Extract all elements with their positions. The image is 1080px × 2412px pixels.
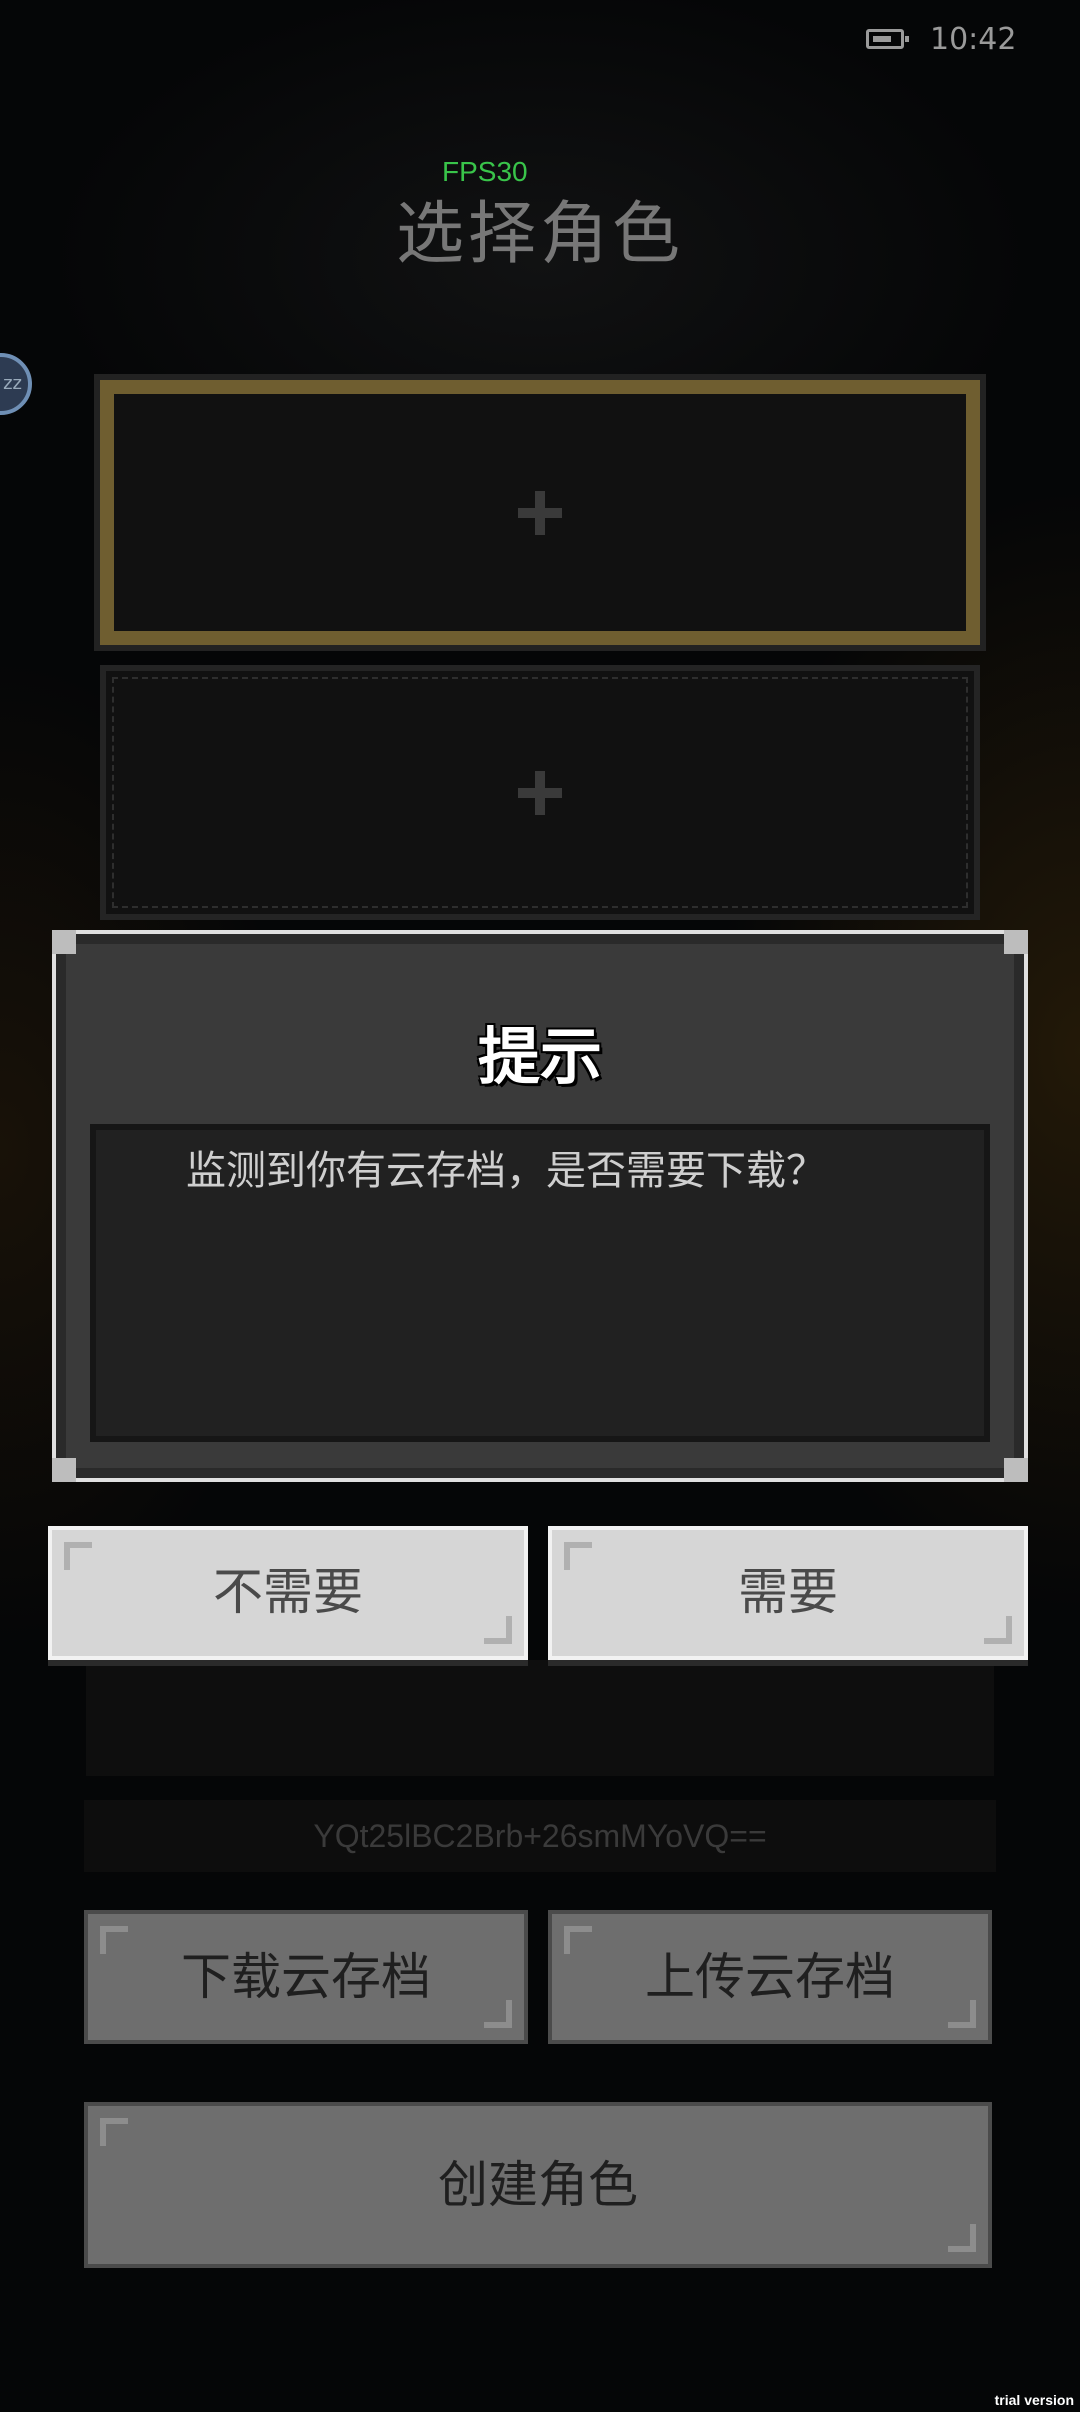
upload-cloud-button[interactable]: 上传云存档 — [548, 1910, 992, 2044]
corner-decoration — [100, 1926, 128, 1954]
no-button-label: 不需要 — [213, 1563, 363, 1621]
corner-decoration — [64, 1542, 92, 1570]
prompt-dialog: 提示 监测到你有云存档，是否需要下载？ — [52, 930, 1028, 1482]
status-bar: 10:42 — [0, 0, 1080, 80]
upload-cloud-label: 上传云存档 — [645, 1948, 895, 2006]
corner-decoration — [52, 1458, 76, 1482]
download-cloud-label: 下载云存档 — [181, 1948, 431, 2006]
corner-decoration — [984, 1616, 1012, 1644]
dialog-message: 监测到你有云存档，是否需要下载？ — [90, 1124, 990, 1442]
corner-decoration — [948, 2000, 976, 2028]
corner-decoration — [100, 2118, 128, 2146]
character-slot-2[interactable] — [100, 665, 980, 920]
corner-decoration — [52, 930, 76, 954]
page-title: 选择角色 — [395, 195, 684, 274]
download-cloud-button[interactable]: 下载云存档 — [84, 1910, 528, 2044]
corner-decoration — [484, 1616, 512, 1644]
dialog-title: 提示 — [477, 1020, 602, 1093]
corner-decoration — [948, 2224, 976, 2252]
status-time: 10:42 — [930, 22, 1017, 57]
corner-decoration — [1004, 1458, 1028, 1482]
plus-icon — [518, 490, 562, 535]
create-role-button[interactable]: 创建角色 — [84, 2102, 992, 2268]
no-button[interactable]: 不需要 — [48, 1526, 528, 1660]
corner-decoration — [564, 1542, 592, 1570]
battery-icon — [866, 29, 909, 49]
create-role-label: 创建角色 — [438, 2156, 638, 2214]
watermark: trial version — [994, 2392, 1074, 2408]
corner-decoration — [564, 1926, 592, 1954]
plus-icon — [518, 770, 562, 815]
hidden-slot-area — [86, 1660, 994, 1776]
yes-button[interactable]: 需要 — [548, 1526, 1028, 1660]
yes-button-label: 需要 — [738, 1563, 838, 1621]
character-slot-1[interactable] — [94, 374, 986, 651]
corner-decoration — [484, 2000, 512, 2028]
cloud-save-id: YQt25lBC2Brb+26smMYoVQ== — [84, 1800, 996, 1872]
corner-decoration — [1004, 930, 1028, 954]
